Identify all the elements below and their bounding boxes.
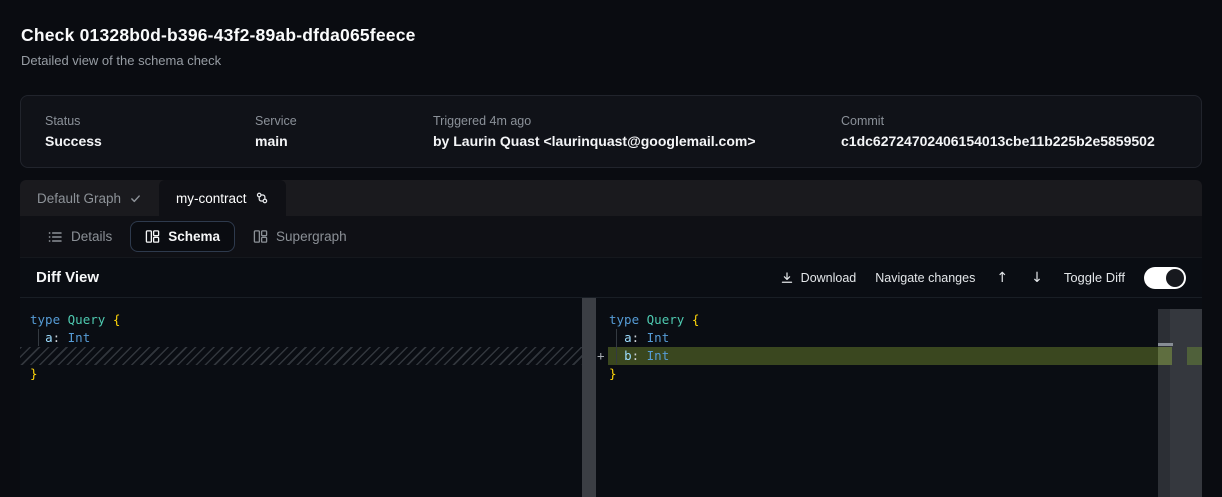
diff-placeholder-line bbox=[20, 347, 582, 365]
check-icon bbox=[129, 192, 142, 205]
triggered-label: Triggered 4m ago bbox=[433, 114, 841, 128]
toggle-diff-label: Toggle Diff bbox=[1064, 270, 1125, 285]
indent-guide bbox=[616, 329, 617, 364]
tab-schema-label: Schema bbox=[168, 229, 220, 244]
diff-left-pane: type Query { a: Int} bbox=[20, 311, 582, 383]
tab-supergraph[interactable]: Supergraph bbox=[242, 221, 358, 252]
download-button[interactable]: Download bbox=[780, 271, 857, 285]
diff-toolbar: Diff View Download Navigate changes ↑ ↓ … bbox=[20, 258, 1202, 298]
page-title: Check 01328b0d-b396-43f2-89ab-dfda065fee… bbox=[21, 25, 416, 46]
tab-my-contract-label: my-contract bbox=[176, 191, 247, 206]
code-line: } bbox=[608, 365, 1158, 383]
code-line: type Query { bbox=[20, 311, 582, 329]
tab-details-label: Details bbox=[71, 229, 112, 244]
diff-view-title: Diff View bbox=[36, 269, 99, 286]
tab-supergraph-label: Supergraph bbox=[276, 229, 347, 244]
status-label: Status bbox=[45, 114, 255, 128]
diff-scrollbar[interactable] bbox=[1158, 309, 1170, 497]
triggered-value: by Laurin Quast <laurinquast@googlemail.… bbox=[433, 133, 841, 149]
summary-triggered: Triggered 4m ago by Laurin Quast <laurin… bbox=[433, 114, 841, 149]
previous-change-button[interactable]: ↑ bbox=[994, 270, 1010, 286]
list-icon bbox=[47, 229, 63, 245]
overview-ruler-added-marker bbox=[1158, 347, 1172, 365]
arrow-down-icon: ↓ bbox=[1031, 270, 1043, 286]
commit-value: c1dc62724702406154013cbe11b225b2e5859502 bbox=[841, 133, 1177, 149]
tab-default-graph[interactable]: Default Graph bbox=[20, 180, 159, 216]
status-value: Success bbox=[45, 133, 255, 149]
download-icon bbox=[780, 271, 794, 285]
tab-schema[interactable]: Schema bbox=[130, 221, 235, 252]
summary-status: Status Success bbox=[45, 114, 255, 149]
code-line: a: Int bbox=[608, 329, 1158, 347]
navigate-changes-button[interactable]: Navigate changes bbox=[875, 271, 975, 285]
minimap-added-marker bbox=[1187, 347, 1202, 365]
code-line: b: Int bbox=[608, 347, 1158, 365]
navigate-changes-label: Navigate changes bbox=[875, 271, 975, 285]
diff-minimap[interactable] bbox=[1170, 309, 1202, 497]
page-subtitle: Detailed view of the schema check bbox=[21, 53, 221, 68]
toggle-knob bbox=[1166, 269, 1184, 287]
check-summary-card: Status Success Service main Triggered 4m… bbox=[20, 95, 1202, 168]
schema-diff-editor[interactable]: type Query { a: Int} + type Query { a: I… bbox=[20, 298, 1202, 497]
diff-right-pane: type Query { a: Int b: Int} bbox=[608, 311, 1158, 383]
next-change-button[interactable]: ↓ bbox=[1029, 270, 1045, 286]
code-line: a: Int bbox=[20, 329, 582, 347]
download-label: Download bbox=[801, 271, 857, 285]
graph-tab-strip: Default Graph my-contract bbox=[20, 180, 1202, 216]
commit-label: Commit bbox=[841, 114, 1177, 128]
tab-details[interactable]: Details bbox=[36, 221, 123, 253]
code-line: } bbox=[20, 365, 582, 383]
view-tab-bar: Details Schema Supergraph bbox=[20, 216, 1202, 258]
code-line: type Query { bbox=[608, 311, 1158, 329]
service-label: Service bbox=[255, 114, 433, 128]
arrow-up-icon: ↑ bbox=[996, 270, 1008, 286]
contract-icon bbox=[255, 191, 269, 205]
tab-my-contract[interactable]: my-contract bbox=[159, 180, 286, 216]
columns-icon bbox=[145, 229, 160, 244]
summary-commit: Commit c1dc62724702406154013cbe11b225b2e… bbox=[841, 114, 1177, 149]
columns-icon bbox=[253, 229, 268, 244]
summary-service: Service main bbox=[255, 114, 433, 149]
diff-controls: Download Navigate changes ↑ ↓ Toggle Dif… bbox=[780, 267, 1186, 289]
diff-splitter[interactable] bbox=[582, 298, 596, 497]
toggle-diff-switch[interactable] bbox=[1144, 267, 1186, 289]
indent-guide bbox=[38, 329, 39, 346]
service-value: main bbox=[255, 133, 433, 149]
check-content-panel: Details Schema Supergraph Diff View Down… bbox=[20, 216, 1202, 497]
tab-default-graph-label: Default Graph bbox=[37, 191, 121, 206]
minimap-text-mark bbox=[1158, 343, 1173, 346]
added-line-marker: + bbox=[597, 347, 605, 365]
